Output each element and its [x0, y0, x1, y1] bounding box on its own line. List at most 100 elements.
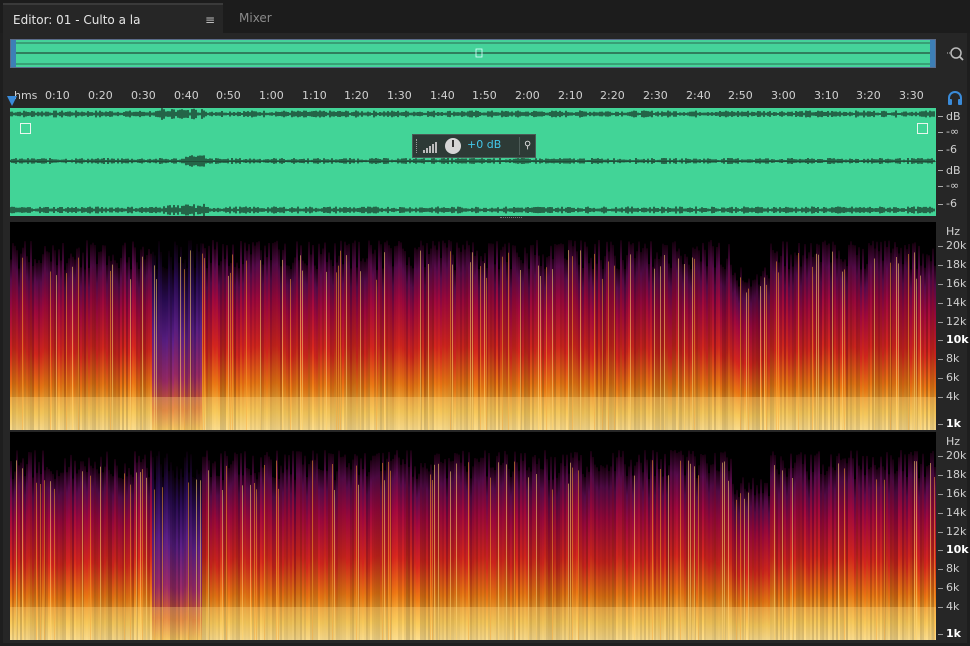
frequency-scale-channel-1: Hz 20k 18k 16k 14k 12k 10k 8k 6k 4k 1k: [936, 222, 969, 430]
overview-right-handle[interactable]: [930, 40, 935, 67]
tab-mixer-label: Mixer: [239, 11, 272, 25]
db-scale: dB -∞ -6 dB -∞ -6: [936, 108, 966, 216]
waveform-path: [10, 108, 935, 216]
hz-tick-mark: [938, 569, 943, 570]
view-splitter[interactable]: [500, 217, 522, 221]
hz-tick-label: 18k: [946, 468, 967, 481]
ruler-unit-label: hms: [14, 89, 38, 102]
hz-tick-label: 8k: [946, 562, 960, 575]
hz-tick-label: 6k: [946, 581, 960, 594]
ruler-tick: 0:50: [216, 89, 241, 102]
hz-tick-label: 20k: [946, 449, 967, 462]
hz-tick-label: 10k: [946, 333, 969, 346]
ruler-tick: 1:10: [302, 89, 327, 102]
hz-tick-mark: [938, 378, 943, 379]
ruler-tick: 1:30: [387, 89, 412, 102]
gain-hud[interactable]: +0 dB ⚲: [412, 134, 536, 158]
db-mark-ch1: -∞: [946, 125, 960, 138]
gain-knob-icon[interactable]: [445, 138, 461, 154]
hz-tick-mark: [938, 607, 943, 608]
tab-bar: Editor: 01 - Culto a la ignorancia.mp3 ≡…: [0, 0, 970, 57]
hz-tick-label: 20k: [946, 239, 967, 252]
ruler-tick: 2:10: [558, 89, 583, 102]
ruler-tick: 3:20: [856, 89, 881, 102]
time-ruler[interactable]: hms 0:10 0:20 0:30 0:40 0:50 1:00 1:10 1…: [10, 86, 936, 106]
ruler-tick: 2:40: [686, 89, 711, 102]
hz-tick-mark: [938, 303, 943, 304]
ruler-tick: 1:40: [430, 89, 455, 102]
hz-tick-mark: [938, 475, 943, 476]
hz-tick-mark: [938, 532, 943, 533]
tab-editor[interactable]: Editor: 01 - Culto a la ignorancia.mp3 ≡: [3, 3, 223, 57]
hz-tick-label: 16k: [946, 487, 967, 500]
hz-unit-label: Hz: [946, 225, 961, 238]
overview-navigator[interactable]: [10, 39, 936, 68]
waveform-trace: [10, 108, 936, 216]
hz-tick-mark: [938, 265, 943, 266]
zoom-icon[interactable]: [946, 44, 966, 64]
hz-tick-label: 14k: [946, 296, 967, 309]
hz-tick-mark: [938, 340, 943, 341]
hz-tick-mark: [938, 588, 943, 589]
hz-tick-mark: [938, 397, 943, 398]
ruler-tick: 1:20: [344, 89, 369, 102]
hz-tick-label: 10k: [946, 543, 969, 556]
db-mark-ch1: -6: [946, 143, 957, 156]
hud-grip[interactable]: [416, 139, 419, 153]
fade-in-handle[interactable]: [20, 123, 31, 134]
hz-tick-label: 4k: [946, 390, 960, 403]
frequency-scale-channel-2: Hz 20k 18k 16k 14k 12k 10k 8k 6k 4k 1k: [936, 432, 969, 640]
hz-tick-mark: [938, 634, 943, 635]
hz-tick-mark: [938, 550, 943, 551]
hz-tick-mark: [938, 359, 943, 360]
ruler-tick: 2:00: [515, 89, 540, 102]
low-frequency-band: [10, 607, 936, 640]
ruler-tick: 3:30: [899, 89, 924, 102]
hz-tick-mark: [938, 284, 943, 285]
tab-mixer[interactable]: Mixer: [226, 3, 292, 33]
pin-icon[interactable]: ⚲: [524, 140, 531, 151]
hz-tick-label: 8k: [946, 352, 960, 365]
hz-tick-label: 16k: [946, 277, 967, 290]
db-mark-ch2: -6: [946, 197, 957, 210]
low-frequency-band: [10, 397, 936, 430]
hz-tick-label: 12k: [946, 315, 967, 328]
fade-out-handle[interactable]: [917, 123, 928, 134]
hz-tick-mark: [938, 513, 943, 514]
ruler-tick: 0:20: [88, 89, 113, 102]
hz-tick-mark: [938, 456, 943, 457]
hz-tick-label: 14k: [946, 506, 967, 519]
hz-unit-label: Hz: [946, 435, 961, 448]
ruler-tick: 2:50: [728, 89, 753, 102]
ruler-tick: 3:10: [814, 89, 839, 102]
playhead-marker[interactable]: [7, 96, 17, 106]
ruler-tick: 0:40: [174, 89, 199, 102]
volume-meter-icon: [423, 142, 437, 153]
waveform-view[interactable]: [10, 108, 936, 216]
hz-tick-label: 6k: [946, 371, 960, 384]
hud-divider: [519, 137, 520, 155]
hz-tick-mark: [938, 424, 943, 425]
ruler-tick: 0:10: [45, 89, 70, 102]
hamburger-menu-icon[interactable]: ≡: [205, 5, 215, 35]
ruler-tick: 1:00: [259, 89, 284, 102]
db-mark-ch2: -∞: [946, 179, 960, 192]
db-unit-ch2: dB: [946, 164, 961, 177]
hz-tick-label: 1k: [946, 417, 961, 430]
hz-tick-label: 12k: [946, 525, 967, 538]
hz-tick-label: 1k: [946, 627, 961, 640]
ruler-tick: 3:00: [771, 89, 796, 102]
hz-tick-label: 18k: [946, 258, 967, 271]
gain-value[interactable]: +0 dB: [467, 138, 501, 151]
hz-tick-label: 4k: [946, 600, 960, 613]
ruler-tick: 1:50: [472, 89, 497, 102]
hz-tick-mark: [938, 246, 943, 247]
spectral-display-channel-1[interactable]: [10, 222, 936, 430]
ruler-tick: 2:20: [600, 89, 625, 102]
overview-waveform: [16, 42, 932, 65]
hz-tick-mark: [938, 322, 943, 323]
headphones-icon[interactable]: [946, 89, 964, 107]
spectral-display-channel-2[interactable]: [10, 432, 936, 640]
ruler-tick: 2:30: [643, 89, 668, 102]
db-unit-ch1: dB: [946, 110, 961, 123]
